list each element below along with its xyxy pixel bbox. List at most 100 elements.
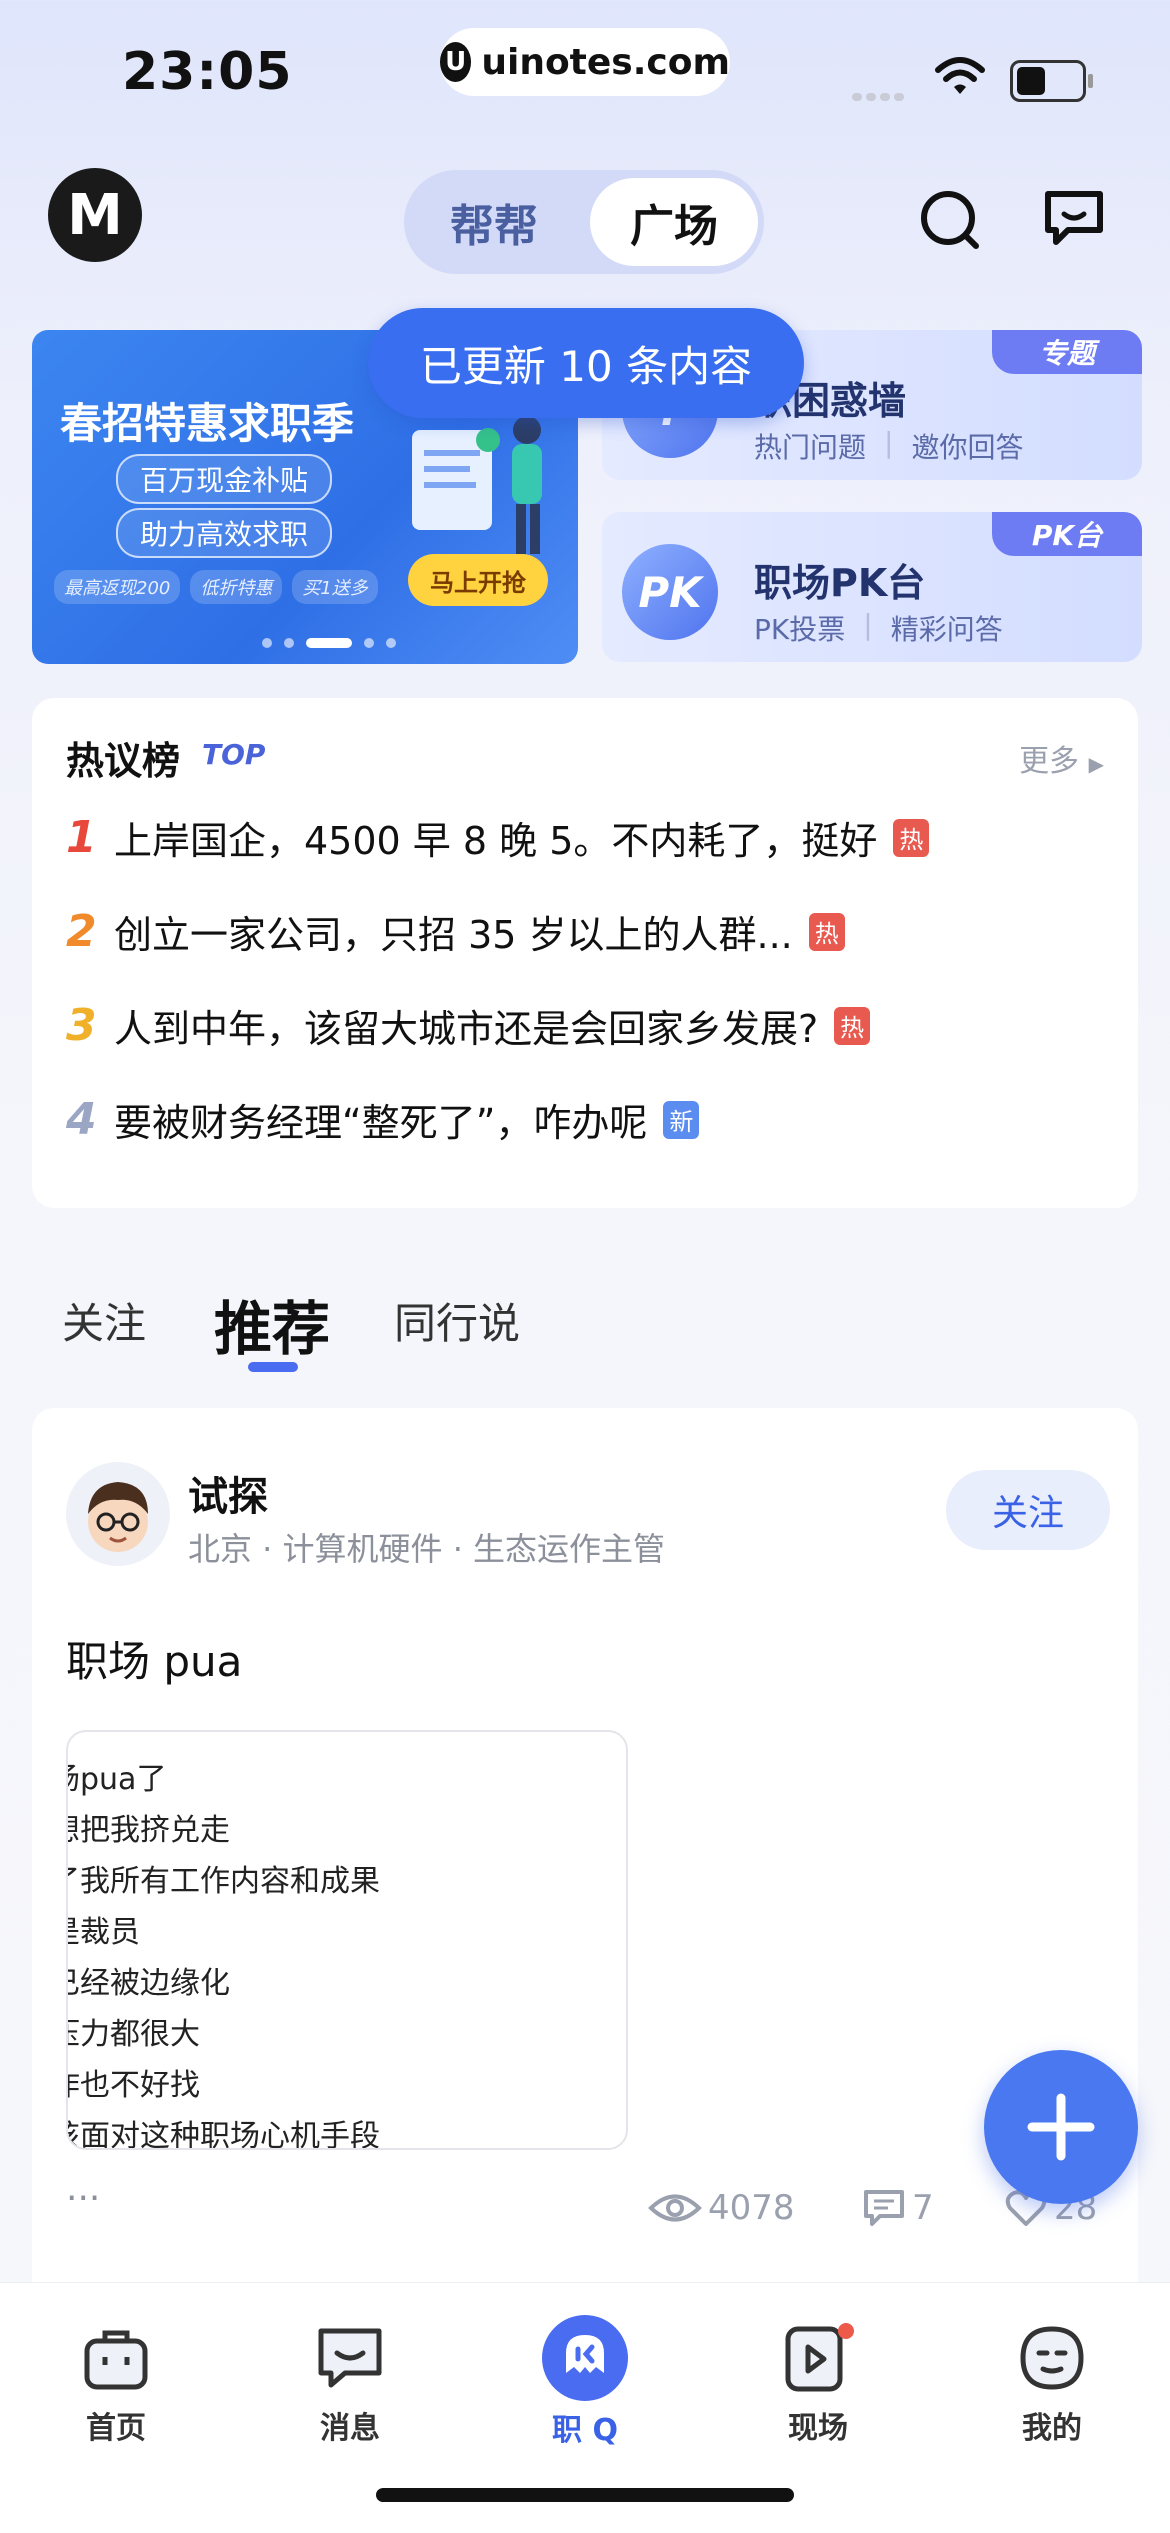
segment-control[interactable]: 帮帮 广场 xyxy=(404,170,764,274)
hot-more-label: 更多 xyxy=(1019,744,1080,779)
profile-icon xyxy=(1020,2326,1084,2390)
post-text: 职场 pua xyxy=(66,1637,243,1686)
segment-guangchang[interactable]: 广场 xyxy=(590,178,758,266)
card-tag: 专题 xyxy=(992,330,1142,374)
nav-label: 消息 xyxy=(320,2411,380,2446)
nav-live[interactable]: 现场 xyxy=(738,2323,898,2447)
avatar-face-icon xyxy=(88,1482,148,1552)
hot-item[interactable]: 1 上岸国企，4500 早 8 晚 5。不内耗了，挺好 热 xyxy=(66,810,930,865)
nav-zhiq[interactable]: 职 Q xyxy=(505,2315,665,2449)
banner-chip: 百万现金补贴 xyxy=(116,454,333,504)
hot-rank: 1 xyxy=(66,812,97,863)
hot-text: 人到中年，该留大城市还是会回家乡发展? xyxy=(114,1007,819,1051)
follow-button[interactable]: 关注 xyxy=(946,1470,1110,1550)
briefcase-icon xyxy=(84,2330,148,2390)
banner-tags: 最高返现200 低折特惠 买1送多 xyxy=(54,570,378,604)
wifi-icon xyxy=(935,57,985,94)
hot-badge: 热 xyxy=(893,818,930,857)
hot-text: 要被财务经理“整死了”，咋办呢 xyxy=(114,1101,648,1145)
tab-peers[interactable]: 同行说 xyxy=(394,1290,520,1351)
hot-rank: 4 xyxy=(66,1094,97,1145)
tab-indicator xyxy=(248,1362,298,1372)
new-badge: 新 xyxy=(663,1100,700,1139)
hot-title: 热议榜 xyxy=(66,739,181,783)
hot-text: 上岸国企，4500 早 8 晚 5。不内耗了，挺好 xyxy=(114,819,878,863)
eye-icon xyxy=(648,2194,702,2222)
nav-label: 首页 xyxy=(86,2411,146,2446)
card-tag: PK台 xyxy=(992,512,1142,556)
chat-icon[interactable] xyxy=(1040,186,1108,252)
card-sub-2[interactable]: 邀你回答 xyxy=(911,426,1023,466)
author-meta: 北京 · 计算机硬件 · 生态运作主管 xyxy=(188,1530,666,1568)
hot-rank: 3 xyxy=(66,1000,97,1051)
hot-badge: 热 xyxy=(834,1006,871,1045)
more-options-icon[interactable]: ··· xyxy=(66,2178,100,2219)
pk-icon: PK xyxy=(622,544,718,640)
card-title: 职场PK台 xyxy=(754,561,926,605)
author-name[interactable]: 试探 xyxy=(188,1464,268,1522)
app-logo[interactable]: M xyxy=(48,168,142,262)
image-line: 想把我挤兑走 xyxy=(66,1813,230,1848)
battery-icon xyxy=(1010,60,1093,102)
image-line: 是裁员 xyxy=(68,1915,140,1950)
post-image-text: 场pua了 想把我挤兑走 了我所有工作内容和成果 是裁员 已经被边缘化 压力都很… xyxy=(66,1754,380,2150)
banner-tag: 买1送多 xyxy=(292,570,378,604)
hot-list: 热议榜 TOP 更多 ▶ 1 上岸国企，4500 早 8 晚 5。不内耗了，挺好… xyxy=(32,698,1138,1208)
carousel-dots xyxy=(262,638,396,648)
banner-grab-button[interactable]: 马上开抢 xyxy=(408,554,548,606)
card-sub-1[interactable]: PK投票 xyxy=(754,608,845,648)
hot-rank: 2 xyxy=(66,906,97,957)
image-line: 了我所有工作内容和成果 xyxy=(66,1864,380,1899)
image-line: 压力都很大 xyxy=(68,2017,200,2052)
comment-icon xyxy=(864,2190,904,2226)
video-icon xyxy=(785,2323,854,2392)
nav-label: 我的 xyxy=(1022,2411,1082,2446)
message-icon xyxy=(318,2328,382,2388)
tab-following[interactable]: 关注 xyxy=(62,1290,146,1351)
segment-bangbang[interactable]: 帮帮 xyxy=(410,178,578,266)
image-line: 该面对这种职场心机手段 xyxy=(66,2119,380,2150)
views-count: 4078 xyxy=(708,2188,795,2228)
url-pill: U uinotes.com xyxy=(440,28,730,96)
hot-text: 创立一家公司，只招 35 岁以上的人群... xyxy=(114,913,793,957)
image-line: 场pua了 xyxy=(68,1762,167,1797)
cellular-signal-icon xyxy=(852,86,912,101)
nav-label: 现场 xyxy=(788,2411,848,2446)
card-sub: PK投票 | 精彩问答 xyxy=(754,608,1003,648)
avatar[interactable] xyxy=(66,1462,170,1566)
image-line: 作也不好找 xyxy=(68,2068,200,2103)
nav-messages[interactable]: 消息 xyxy=(270,2323,430,2447)
post-image[interactable]: 场pua了 想把我挤兑走 了我所有工作内容和成果 是裁员 已经被边缘化 压力都很… xyxy=(66,1730,628,2150)
card-pk-stage[interactable]: PK台 PK 职场PK台 PK投票 | 精彩问答 xyxy=(602,512,1142,662)
views-stat: 4078 xyxy=(648,2188,795,2228)
post-card[interactable]: 试探 北京 · 计算机硬件 · 生态运作主管 关注 职场 pua 场pua了 想… xyxy=(32,1408,1138,2408)
hot-item[interactable]: 4 要被财务经理“整死了”，咋办呢 新 xyxy=(66,1092,700,1147)
image-line: 已经被边缘化 xyxy=(66,1966,230,2001)
plus-icon xyxy=(1027,2093,1095,2161)
site-logo-icon: U xyxy=(440,42,472,82)
hot-item[interactable]: 3 人到中年，该留大城市还是会回家乡发展? 热 xyxy=(66,998,871,1053)
nav-profile[interactable]: 我的 xyxy=(972,2323,1132,2447)
comments-count: 7 xyxy=(912,2188,934,2228)
hot-item[interactable]: 2 创立一家公司，只招 35 岁以上的人群... 热 xyxy=(66,904,845,959)
status-time: 23:05 xyxy=(122,42,293,102)
create-post-button[interactable] xyxy=(984,2050,1138,2204)
job-illustration xyxy=(412,416,542,554)
banner-title: 春招特惠求职季 xyxy=(60,399,355,448)
hot-more-link[interactable]: 更多 ▶ xyxy=(1019,736,1104,780)
search-icon[interactable] xyxy=(918,188,982,252)
card-sub-1[interactable]: 热门问题 xyxy=(754,426,866,466)
banner-chip: 助力高效求职 xyxy=(116,508,333,558)
nav-home[interactable]: 首页 xyxy=(36,2323,196,2447)
update-toast: 已更新 10 条内容 xyxy=(368,308,804,418)
comments-stat[interactable]: 7 xyxy=(862,2188,934,2228)
banner-tag: 低折特惠 xyxy=(190,570,283,604)
nav-label: 职 Q xyxy=(552,2413,618,2448)
chevron-right-icon: ▶ xyxy=(1088,752,1104,776)
card-sub: 热门问题 | 邀你回答 xyxy=(754,426,1024,466)
hot-badge: 热 xyxy=(808,912,845,951)
ghost-icon xyxy=(542,2315,628,2401)
card-sub-2[interactable]: 精彩问答 xyxy=(891,608,1003,648)
tab-recommended[interactable]: 推荐 xyxy=(214,1282,330,1366)
home-indicator xyxy=(376,2488,794,2502)
